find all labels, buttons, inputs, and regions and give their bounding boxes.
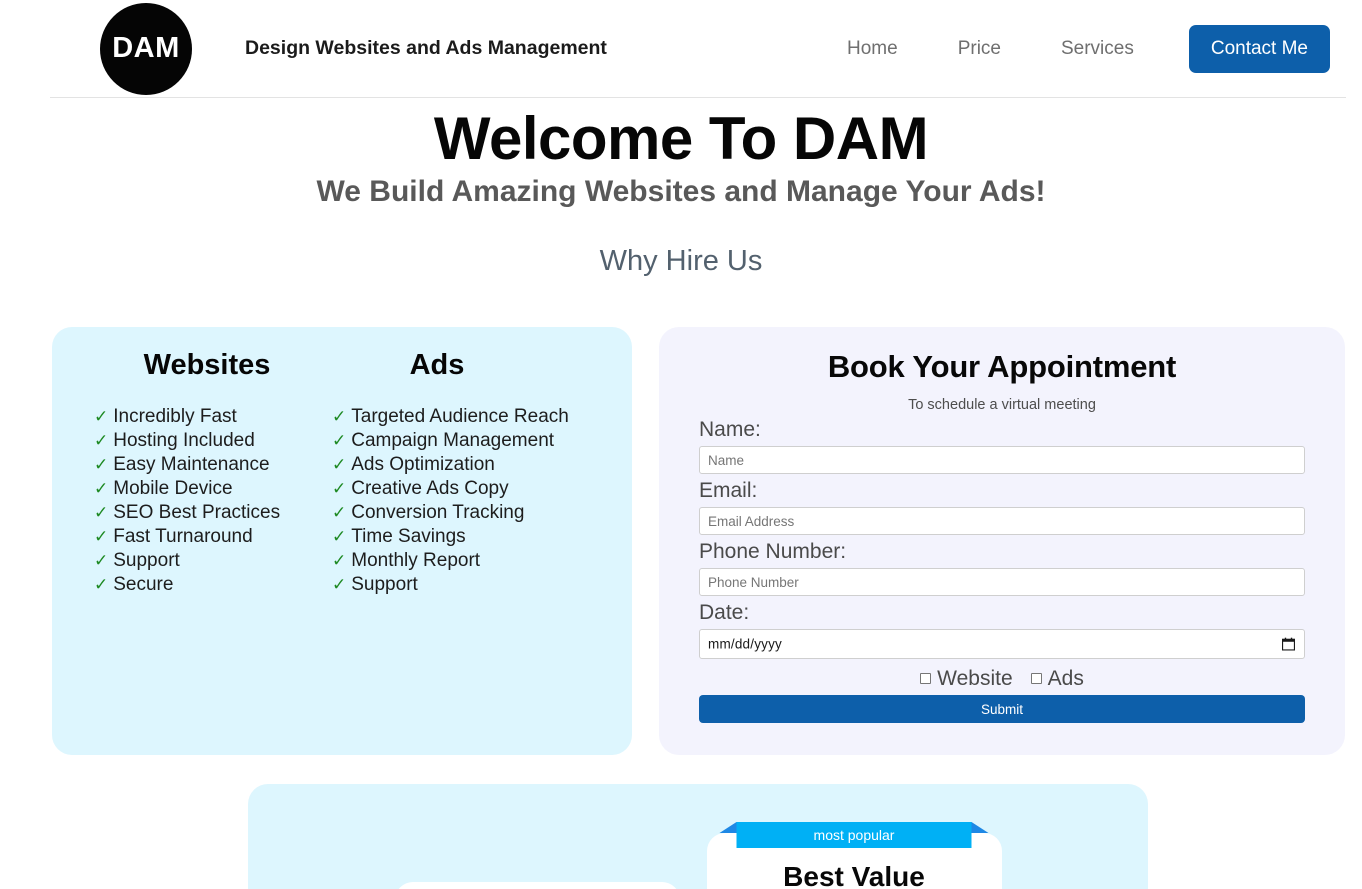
check-icon: ✓ — [332, 479, 347, 498]
feature-label: Conversion Tracking — [351, 502, 525, 523]
why-hire-us-heading: Why Hire Us — [599, 245, 763, 277]
ads-checkbox-label: Ads — [1047, 667, 1084, 690]
list-item: ✓ Hosting Included — [94, 429, 332, 453]
list-item: ✓ Campaign Management — [332, 429, 602, 453]
feature-column-websites: Websites ✓ Incredibly Fast ✓ Hosting Inclu… — [94, 349, 332, 597]
feature-label: Support — [351, 574, 418, 595]
check-icon: ✓ — [332, 503, 347, 522]
feature-label: Hosting Included — [113, 430, 255, 451]
list-item: ✓ Fast Turnaround — [94, 525, 332, 549]
features-grid: Websites ✓ Incredibly Fast ✓ Hosting Inclu… — [94, 349, 590, 597]
appointment-form-panel: Book Your Appointment To schedule a virt… — [659, 327, 1345, 755]
most-popular-ribbon: most popular — [736, 822, 972, 848]
feature-list-websites: ✓ Incredibly Fast ✓ Hosting Included ✓ Easy… — [94, 405, 332, 597]
phone-input[interactable] — [699, 568, 1305, 596]
feature-label: Monthly Report — [351, 550, 481, 571]
website-checkbox-label: Website — [937, 667, 1013, 690]
feature-label: Secure — [113, 574, 174, 595]
hero-section: Welcome To DAM We Build Amazing Websites… — [0, 98, 1362, 278]
list-item: ✓ Incredibly Fast — [94, 405, 332, 429]
nav-link-home[interactable]: Home — [817, 32, 928, 66]
nav-link-price[interactable]: Price — [928, 32, 1031, 66]
date-label: Date: — [699, 601, 750, 624]
ads-checkbox[interactable] — [1030, 673, 1042, 684]
name-label: Name: — [699, 418, 761, 441]
main-nav: Home Price Services Contact Me — [817, 24, 1330, 73]
check-icon: ✓ — [94, 479, 109, 498]
phone-label: Phone Number: — [699, 540, 847, 563]
price-card-featured[interactable]: most popular Best Value — [706, 822, 1002, 889]
email-label: Email: — [699, 479, 758, 502]
price-card-title: Best Value — [783, 861, 925, 889]
date-field-wrapper: mm/dd/yyyy — [699, 629, 1305, 659]
list-item: ✓ Secure — [94, 573, 332, 597]
form-title: Book Your Appointment — [827, 349, 1177, 384]
date-input[interactable] — [699, 629, 1305, 659]
page-title: Welcome To DAM — [433, 105, 929, 172]
check-icon: ✓ — [332, 527, 347, 546]
checkbox-item-website[interactable]: Website — [920, 667, 1013, 690]
feature-label: Mobile Device — [113, 478, 233, 499]
feature-label: Fast Turnaround — [113, 526, 253, 547]
check-icon: ✓ — [94, 455, 109, 474]
brand[interactable]: DAM Design Websites and Ads Management — [100, 2, 607, 95]
feature-label: Time Savings — [351, 526, 466, 547]
list-item: ✓ Conversion Tracking — [332, 501, 602, 525]
list-item: ✓ Time Savings — [332, 525, 602, 549]
feature-list-ads: ✓ Targeted Audience Reach ✓ Campaign Manag… — [332, 405, 602, 597]
service-checkbox-row: Website Ads — [699, 668, 1305, 689]
list-item: ✓ Monthly Report — [332, 549, 602, 573]
feature-label: Creative Ads Copy — [351, 478, 509, 499]
nav-link-services[interactable]: Services — [1031, 32, 1164, 66]
site-header: DAM Design Websites and Ads Management H… — [50, 0, 1346, 98]
feature-label: Ads Optimization — [351, 454, 495, 475]
feature-column-ads: Ads ✓ Targeted Audience Reach ✓ Campaign M… — [332, 349, 602, 597]
logo-text: DAM — [112, 32, 180, 64]
brand-title: Design Websites and Ads Management — [245, 37, 607, 59]
hero-subtitle: We Build Amazing Websites and Manage You… — [316, 175, 1046, 208]
list-item: ✓ Creative Ads Copy — [332, 477, 602, 501]
feature-label: Easy Maintenance — [113, 454, 270, 475]
check-icon: ✓ — [94, 503, 109, 522]
feature-label: Targeted Audience Reach — [351, 406, 569, 427]
content-panels: Websites ✓ Incredibly Fast ✓ Hosting Inclu… — [0, 327, 1362, 755]
website-checkbox[interactable] — [920, 673, 932, 684]
list-item: ✓ Mobile Device — [94, 477, 332, 501]
check-icon: ✓ — [332, 431, 347, 450]
check-icon: ✓ — [332, 407, 347, 426]
check-icon: ✓ — [332, 575, 347, 594]
feature-label: Support — [113, 550, 180, 571]
pricing-section: most popular Best Value — [248, 784, 1148, 889]
feature-heading-websites: Websites — [143, 349, 271, 381]
feature-heading-ads: Ads — [409, 349, 465, 381]
price-card-left[interactable] — [394, 882, 680, 889]
check-icon: ✓ — [94, 527, 109, 546]
email-input[interactable] — [699, 507, 1305, 535]
form-subtitle: To schedule a virtual meeting — [908, 397, 1096, 413]
check-icon: ✓ — [94, 431, 109, 450]
check-icon: ✓ — [94, 551, 109, 570]
check-icon: ✓ — [94, 407, 109, 426]
list-item: ✓ Easy Maintenance — [94, 453, 332, 477]
list-item: ✓ SEO Best Practices — [94, 501, 332, 525]
check-icon: ✓ — [332, 551, 347, 570]
list-item: ✓ Targeted Audience Reach — [332, 405, 602, 429]
check-icon: ✓ — [332, 455, 347, 474]
list-item: ✓ Support — [332, 573, 602, 597]
contact-me-button[interactable]: Contact Me — [1188, 24, 1330, 73]
feature-label: Campaign Management — [351, 430, 555, 451]
feature-label: SEO Best Practices — [113, 502, 281, 523]
name-input[interactable] — [699, 446, 1305, 474]
logo-icon: DAM — [100, 2, 192, 95]
list-item: ✓ Ads Optimization — [332, 453, 602, 477]
features-panel: Websites ✓ Incredibly Fast ✓ Hosting Inclu… — [52, 327, 632, 755]
feature-label: Incredibly Fast — [113, 406, 237, 427]
checkbox-item-ads[interactable]: Ads — [1030, 667, 1084, 690]
list-item: ✓ Support — [94, 549, 332, 573]
submit-button[interactable]: Submit — [699, 695, 1305, 723]
check-icon: ✓ — [94, 575, 109, 594]
